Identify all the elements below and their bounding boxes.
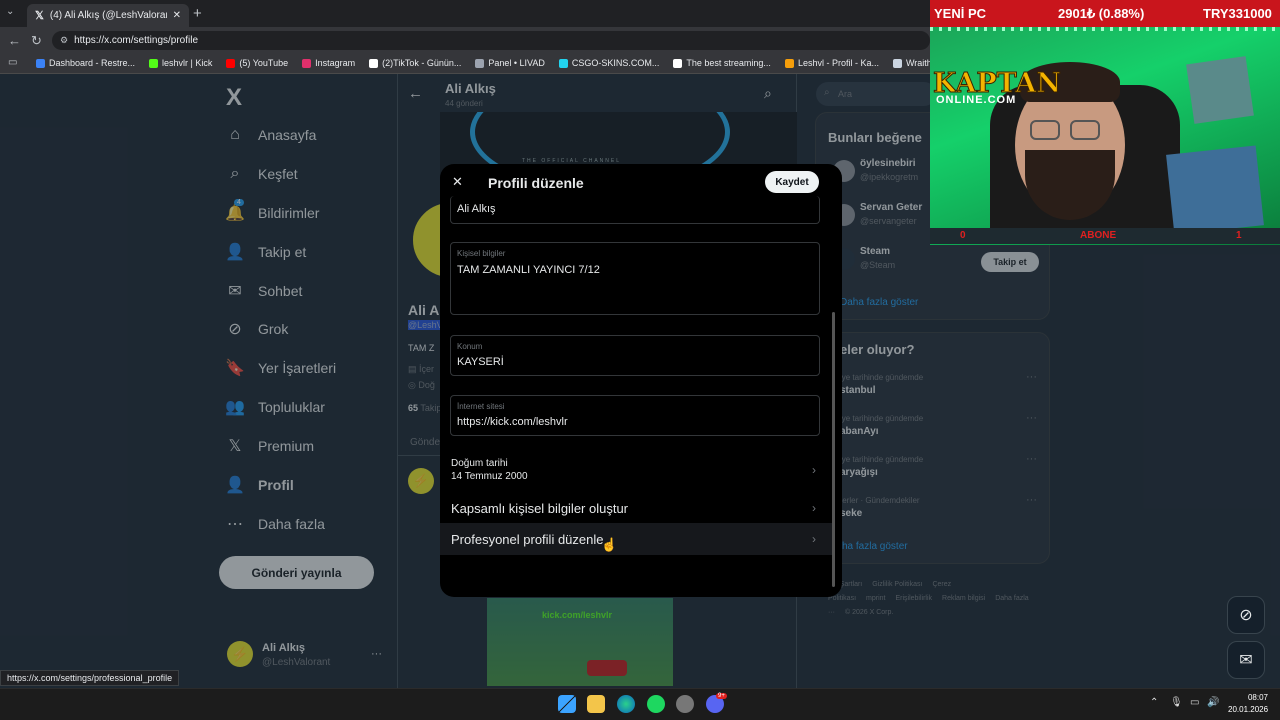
bookmark-label: (5) YouTube — [239, 58, 289, 68]
location-label: Konum — [457, 342, 483, 351]
bookmark-item[interactable]: (5) YouTube — [226, 58, 288, 68]
network-icon[interactable]: ▭ — [1190, 697, 1199, 708]
bookmark-item[interactable]: Dashboard - Restre... — [36, 58, 135, 68]
clock-time[interactable]: 08:07 — [1228, 693, 1268, 702]
x-logo-icon: 𝕏 — [35, 10, 44, 22]
overlay-right-text: TRY331000 — [1203, 6, 1272, 21]
birth-date-row[interactable]: Doğum tarihi 14 Temmuz 2000 › — [440, 450, 832, 490]
modal-title: Profili düzenle — [488, 175, 584, 191]
messages-float-button[interactable]: ✉ — [1227, 641, 1265, 679]
back-arrow-icon[interactable]: ← — [8, 33, 21, 48]
extended-bio-label: Kapsamlı kişisel bilgiler oluştur — [451, 500, 629, 516]
bookmark-item[interactable]: Panel • LIVAD — [475, 58, 545, 68]
bookmark-item[interactable]: The best streaming... — [673, 58, 771, 68]
bio-value: TAM ZAMANLI YAYINCI 7/12 — [457, 264, 600, 276]
bookmark-label: (2)TikTok - Günün... — [382, 58, 462, 68]
taskbar — [0, 688, 1280, 720]
bookmark-label: Panel • LIVAD — [488, 58, 545, 68]
bookmark-item[interactable]: CSGO-SKINS.COM... — [558, 58, 660, 68]
webcam-overlay — [930, 0, 1280, 245]
bookmark-favicon-icon — [36, 58, 45, 68]
hand-cursor-icon: ☝ — [601, 537, 618, 552]
grok-float-button[interactable]: ⊘ — [1227, 596, 1265, 634]
birth-label: Doğum tarihi — [451, 458, 508, 469]
reload-icon[interactable]: ↻ — [31, 33, 42, 49]
bookmark-item[interactable]: Instagram — [302, 58, 355, 68]
close-icon[interactable]: ✕ — [452, 174, 463, 190]
chevron-right-icon: › — [812, 463, 816, 477]
status-url: https://x.com/settings/professional_prof… — [0, 670, 180, 686]
bookmark-label: Leshvl - Profil - Ka... — [797, 58, 879, 68]
notification-badge: 9+ — [716, 693, 727, 699]
bookmark-item[interactable]: (2)TikTok - Günün... — [369, 58, 461, 68]
location-field[interactable]: Konum KAYSERİ — [450, 335, 820, 376]
file-explorer-icon[interactable] — [587, 695, 605, 713]
bookmark-favicon-icon — [149, 58, 159, 68]
bookmark-favicon-icon — [558, 58, 568, 68]
bookmark-label: Wraith — [905, 58, 932, 68]
new-tab-button[interactable]: + — [193, 5, 202, 22]
bookmark-item[interactable]: leshvlr | Kick — [149, 58, 212, 68]
bookmark-favicon-icon — [475, 58, 485, 68]
grok-icon: ⊘ — [1239, 607, 1253, 624]
site-info-icon[interactable]: ⚙ — [60, 35, 68, 46]
overlay-left-text: YENİ PC — [934, 6, 987, 21]
name-field[interactable]: Ali Alkış — [450, 196, 820, 224]
start-icon[interactable] — [558, 695, 576, 713]
spotify-icon[interactable] — [647, 695, 665, 713]
professional-profile-row[interactable]: Profesyonel profili düzenle › — [440, 523, 832, 555]
bookmark-label: Instagram — [315, 58, 356, 68]
url-text: https://x.com/settings/profile — [74, 35, 199, 46]
bookmark-favicon-icon — [784, 58, 794, 68]
location-value: KAYSERİ — [457, 356, 504, 368]
brand-logo-bottom: ONLINE.COM — [936, 94, 1017, 106]
website-label: İnternet sitesi — [457, 402, 505, 411]
bookmark-favicon-icon — [226, 58, 236, 68]
bookmark-label: leshvlr | Kick — [162, 58, 213, 68]
overlay-top-bar: YENİ PC 2901₺ (0.88%) TRY331000 — [930, 0, 1280, 27]
bookmark-favicon-icon — [892, 58, 902, 68]
name-value: Ali Alkış — [457, 203, 496, 215]
save-button[interactable]: Kaydet — [765, 171, 819, 193]
professional-profile-label: Profesyonel profili düzenle — [451, 531, 604, 547]
apps-icon[interactable]: ▭ — [8, 57, 17, 68]
bio-field[interactable]: Kişisel bilgiler TAM ZAMANLI YAYINCI 7/1… — [450, 242, 820, 315]
birth-value: 14 Temmuz 2000 — [451, 471, 528, 482]
bookmark-item[interactable]: Wraith — [892, 58, 932, 68]
sub-right: 1 — [1236, 230, 1242, 241]
chevron-right-icon: › — [812, 501, 816, 515]
website-field[interactable]: İnternet sitesi https://kick.com/leshvlr — [450, 395, 820, 436]
volume-icon[interactable]: 🔊 — [1207, 697, 1219, 708]
mail-icon: ✉ — [1239, 652, 1253, 669]
overlay-mid-text: 2901₺ (0.88%) — [1058, 6, 1145, 21]
bookmark-label: The best streaming... — [686, 58, 771, 68]
website-value: https://kick.com/leshvlr — [457, 416, 568, 428]
url-field[interactable]: ⚙ https://x.com/settings/profile — [52, 31, 930, 50]
app-icon[interactable] — [676, 695, 694, 713]
sub-label: ABONE — [1080, 230, 1117, 241]
bookmark-label: CSGO-SKINS.COM... — [571, 58, 660, 68]
bookmark-label: Dashboard - Restre... — [49, 58, 136, 68]
bookmark-favicon-icon — [673, 58, 683, 68]
tray-chevron-icon[interactable]: ⌃ — [1150, 697, 1158, 708]
subscriber-bar: 0 ABONE 1 — [930, 228, 1280, 244]
tab-search-icon[interactable]: ⌄ — [6, 6, 14, 17]
browser-tab[interactable]: 𝕏 (4) Ali Alkış (@LeshValorant) adlı k ✕ — [27, 4, 189, 27]
sub-left: 0 — [960, 230, 966, 241]
extended-bio-row[interactable]: Kapsamlı kişisel bilgiler oluştur › — [440, 493, 832, 523]
bio-label: Kişisel bilgiler — [457, 249, 506, 258]
microphone-icon[interactable]: 🎙 — [1170, 697, 1183, 708]
tab-close-icon[interactable]: ✕ — [173, 10, 181, 21]
edge-icon[interactable] — [617, 695, 635, 713]
bookmark-item[interactable]: Leshvl - Profil - Ka... — [784, 58, 879, 68]
edit-profile-modal: ✕ Profili düzenle Kaydet Ali Alkış Kişis… — [440, 164, 842, 597]
chevron-right-icon: › — [812, 532, 816, 546]
clock-date[interactable]: 20.01.2026 — [1228, 705, 1268, 714]
modal-scrollbar[interactable] — [832, 312, 835, 587]
bookmark-favicon-icon — [369, 58, 379, 68]
bookmark-favicon-icon — [302, 58, 312, 68]
tab-title: (4) Ali Alkış (@LeshValorant) adlı k — [49, 10, 167, 21]
